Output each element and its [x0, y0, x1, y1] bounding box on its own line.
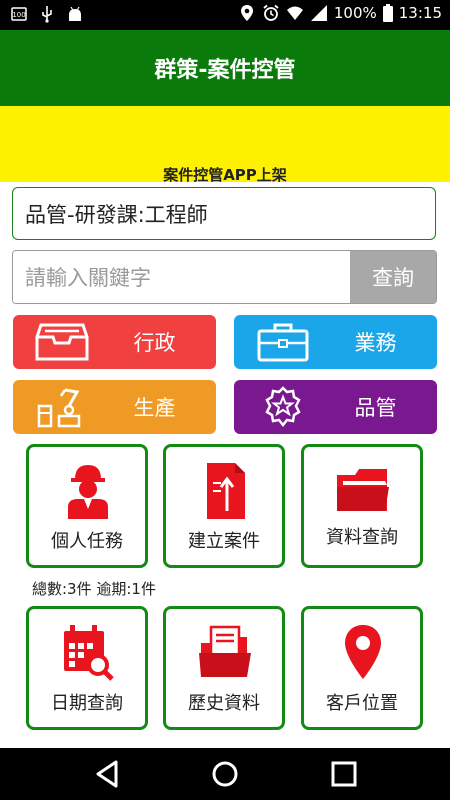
category-production-label: 生產 [133, 396, 176, 420]
notification-100-icon: 100 [11, 7, 27, 21]
category-quality-label: 品管 [354, 396, 397, 420]
usb-icon [42, 6, 52, 23]
app-bar: 群策-案件控管 [0, 30, 450, 106]
clock: 13:15 [398, 4, 442, 22]
search-bar: 查詢 [12, 250, 437, 304]
robot-arm-icon [37, 388, 81, 428]
signal-icon [310, 5, 327, 21]
data-query-label: 資料查詢 [326, 527, 398, 548]
alarm-icon [263, 4, 279, 21]
back-icon[interactable] [90, 758, 126, 790]
star-badge-icon [265, 386, 301, 428]
worker-icon [68, 465, 108, 519]
drawer-icon [35, 323, 89, 361]
battery-percent: 100% [333, 4, 377, 22]
history-data-tile[interactable]: 歷史資料 [163, 606, 285, 730]
search-button[interactable]: 查詢 [350, 251, 436, 303]
date-query-tile[interactable]: 日期查詢 [26, 606, 148, 730]
category-admin-button[interactable]: 行政 [13, 315, 216, 369]
document-folder-icon [199, 625, 251, 677]
calendar-search-icon [64, 625, 114, 681]
status-bar: 100 100% 13:15 [0, 0, 450, 30]
new-document-icon [207, 463, 245, 519]
briefcase-icon [257, 323, 309, 362]
app-title: 群策-案件控管 [154, 58, 296, 83]
battery-icon [382, 4, 393, 22]
category-sales-label: 業務 [354, 331, 397, 355]
category-sales-button[interactable]: 業務 [234, 315, 437, 369]
personal-tasks-tile[interactable]: 個人任務 [26, 444, 148, 568]
svg-text:100: 100 [12, 11, 25, 19]
customer-location-label: 客戶位置 [326, 693, 398, 714]
category-admin-label: 行政 [133, 331, 176, 355]
customer-location-tile[interactable]: 客戶位置 [301, 606, 423, 730]
category-production-button[interactable]: 生產 [13, 380, 216, 434]
personal-tasks-label: 個人任務 [51, 531, 123, 552]
search-input[interactable] [13, 251, 365, 303]
date-query-label: 日期查詢 [51, 693, 123, 714]
department-field: 品管-研發課:工程師 [12, 187, 436, 240]
banner-text: 案件控管APP上架 [163, 166, 287, 182]
history-data-label: 歷史資料 [188, 693, 260, 714]
case-summary: 總數:3件 逾期:1件 [32, 580, 156, 598]
location-pin-icon [345, 625, 381, 679]
wifi-icon [286, 6, 303, 20]
android-debug-icon [69, 6, 81, 21]
category-quality-button[interactable]: 品管 [234, 380, 437, 434]
create-case-tile[interactable]: 建立案件 [163, 444, 285, 568]
search-button-label: 查詢 [372, 266, 414, 290]
recents-icon[interactable] [326, 758, 362, 790]
data-query-tile[interactable]: 資料查詢 [301, 444, 423, 568]
department-label: 品管-研發課:工程師 [25, 202, 208, 227]
create-case-label: 建立案件 [188, 531, 260, 552]
location-icon [240, 5, 253, 21]
system-nav-bar [0, 748, 450, 800]
folder-icon [337, 469, 389, 511]
announcement-banner[interactable]: 案件控管APP上架 [0, 106, 450, 182]
home-icon[interactable] [207, 758, 243, 790]
